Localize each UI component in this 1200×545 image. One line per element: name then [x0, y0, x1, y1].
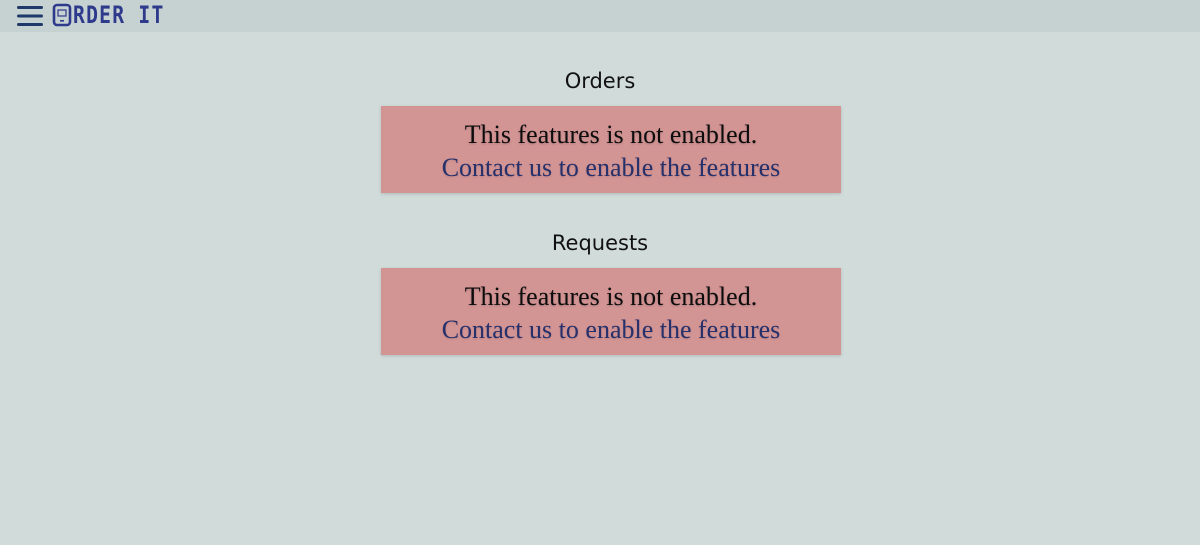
menu-button[interactable] — [17, 5, 43, 27]
section-title-orders: Orders — [564, 69, 636, 93]
contact-us-link[interactable]: Contact us to enable the features — [381, 151, 841, 184]
section-title-requests: Requests — [551, 231, 649, 255]
contact-us-link[interactable]: Contact us to enable the features — [381, 313, 841, 346]
notice-box-orders: This features is not enabled. Contact us… — [381, 106, 841, 193]
hamburger-menu-icon — [17, 6, 43, 26]
tablet-o-icon — [52, 3, 72, 27]
logo-text: RDER IT — [73, 1, 165, 29]
top-bar: RDER IT — [0, 0, 1200, 32]
notice-box-requests: This features is not enabled. Contact us… — [381, 268, 841, 355]
app-logo[interactable]: RDER IT — [52, 1, 185, 29]
notice-message: This features is not enabled. — [464, 120, 758, 149]
notice-message: This features is not enabled. — [464, 282, 758, 311]
